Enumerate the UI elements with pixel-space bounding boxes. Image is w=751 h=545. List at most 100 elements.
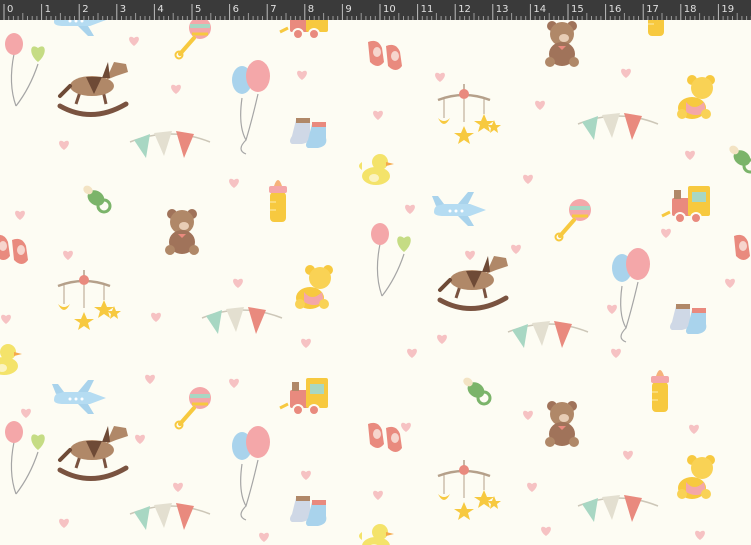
ruler-number: 1: [45, 4, 51, 15]
heart-icon: [301, 338, 311, 348]
baby-shoes-icon: [368, 40, 402, 70]
heart-icon: [437, 334, 447, 344]
airplane-icon: [52, 20, 106, 36]
ruler-number: 6: [233, 4, 239, 15]
toy-train-icon: [660, 184, 712, 225]
heart-icon: [233, 278, 243, 288]
ruler-number: 3: [120, 4, 126, 15]
bunting-icon: [577, 112, 659, 141]
bunting-icon: [129, 502, 211, 531]
ruler-ticks: 0 1 2 3 4 5 6 7 8 9 10 11 12 13 14 15 16 17 18 19: [3, 4, 751, 20]
heart-icon: [511, 244, 521, 254]
ruler-number: 12: [458, 4, 471, 15]
baby-shoes-icon: [734, 234, 751, 264]
teddy-bear-icon: [545, 21, 579, 67]
balloons-icon: [231, 59, 271, 155]
ruler-number: 5: [195, 4, 201, 15]
heart-icon: [173, 482, 183, 492]
heart-icon: [151, 312, 161, 322]
heart-icon: [465, 250, 475, 260]
heart-icon: [695, 530, 705, 540]
heart-icon: [301, 470, 311, 480]
ruler-number: 10: [383, 4, 396, 15]
heart-icon: [435, 72, 445, 82]
airplane-icon: [432, 192, 486, 226]
heart-icon: [145, 374, 155, 384]
heart-icon: [685, 150, 695, 160]
airplane-icon: [52, 380, 106, 414]
heart-icon: [541, 526, 551, 536]
bunting-icon: [577, 494, 659, 523]
ruler-number: 7: [270, 4, 276, 15]
ruler-number: 0: [7, 4, 13, 15]
heart-icon: [661, 228, 671, 238]
teddy-bear-icon: [165, 209, 199, 255]
heart-icon: [1, 314, 11, 324]
rubber-duck-icon: [359, 524, 394, 545]
heart-icon: [725, 278, 735, 288]
teddy-bear-icon: [677, 75, 715, 119]
horizontal-ruler[interactable]: 0 1 2 3 4 5 6 7 8 9 10 11 12 13 14 15 16 17 18 19: [0, 0, 751, 21]
baby-bottle-icon: [650, 369, 670, 413]
ruler-number: 16: [609, 4, 622, 15]
baby-shoes-icon: [368, 422, 402, 452]
balloons-icon: [231, 425, 271, 521]
ruler-number: 18: [684, 4, 697, 15]
ruler-number: 2: [82, 4, 88, 15]
rattle-icon: [553, 197, 593, 243]
teddy-bear-icon: [677, 455, 715, 499]
heart-icon: [689, 424, 699, 434]
baby-pattern-artwork: [0, 20, 751, 545]
heart-balloons-icon: [370, 222, 412, 297]
heart-icon: [373, 110, 383, 120]
balloons-icon: [611, 247, 651, 343]
pacifier-icon: [726, 142, 751, 174]
heart-icon: [59, 518, 69, 528]
rattle-icon: [173, 385, 213, 431]
baby-socks-icon: [290, 496, 327, 526]
baby-socks-icon: [290, 118, 327, 148]
baby-shoes-icon: [0, 234, 28, 264]
ruler-number: 4: [157, 4, 163, 15]
ruler-number: 17: [646, 4, 659, 15]
heart-balloons-icon: [4, 420, 46, 495]
bunting-icon: [507, 320, 589, 349]
heart-icon: [297, 70, 307, 80]
heart-icon: [623, 450, 633, 460]
baby-mobile-icon: [56, 268, 123, 332]
ruler-number: 8: [308, 4, 314, 15]
heart-icon: [229, 378, 239, 388]
pacifier-icon: [80, 182, 112, 214]
heart-icon: [523, 410, 533, 420]
bunting-icon: [201, 306, 283, 335]
heart-icon: [129, 36, 139, 46]
baby-bottle-icon: [268, 179, 288, 223]
rubber-duck-icon: [359, 154, 394, 185]
heart-icon: [607, 304, 617, 314]
document-canvas[interactable]: [0, 20, 751, 545]
heart-icon: [21, 408, 31, 418]
baby-bottle-icon: [646, 20, 666, 37]
heart-icon: [611, 348, 621, 358]
baby-socks-icon: [670, 304, 707, 334]
heart-icon: [523, 174, 533, 184]
heart-icon: [59, 140, 69, 150]
pacifier-icon: [460, 374, 492, 406]
heart-icon: [171, 84, 181, 94]
ruler-number: 14: [533, 4, 546, 15]
heart-icon: [259, 532, 269, 542]
heart-icon: [405, 204, 415, 214]
ruler-number: 19: [721, 4, 734, 15]
ruler-number: 11: [421, 4, 434, 15]
toy-train-icon: [278, 20, 330, 41]
rocking-horse-icon: [60, 62, 128, 115]
bunting-icon: [129, 130, 211, 159]
heart-icon: [15, 210, 25, 220]
ruler-number: 13: [496, 4, 509, 15]
rattle-icon: [173, 20, 213, 61]
toy-train-icon: [278, 376, 330, 417]
rocking-horse-icon: [440, 256, 508, 309]
ruler-number: 15: [571, 4, 584, 15]
heart-icon: [63, 250, 73, 260]
baby-mobile-icon: [436, 458, 503, 522]
